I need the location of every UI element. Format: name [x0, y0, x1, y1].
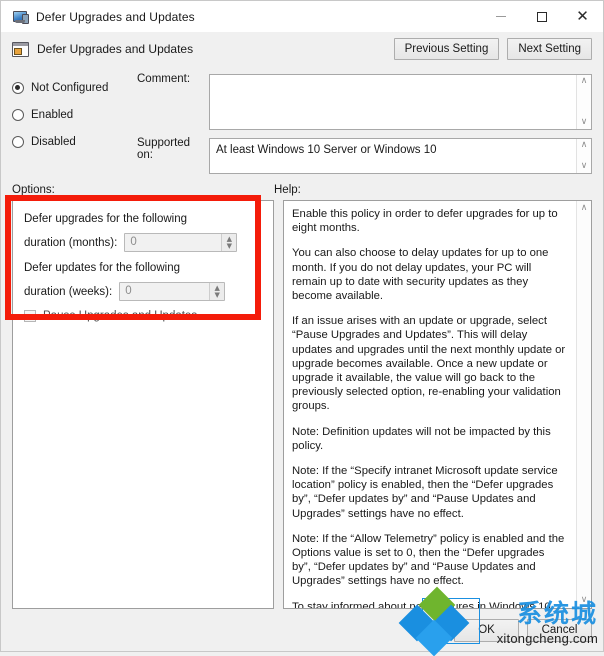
defer-updates-row: duration (weeks): 0 ▲ ▼	[24, 282, 262, 301]
radio-not-configured-indicator	[12, 81, 24, 94]
spinner-down-icon[interactable]: ▼	[215, 291, 220, 299]
radio-disabled-indicator	[12, 135, 24, 148]
close-icon: ✕	[576, 7, 589, 25]
pause-upgrades-label: Pause Upgrades and Updates	[43, 310, 198, 322]
help-scrollbar[interactable]: ∧ ∨	[576, 201, 591, 608]
comment-scrollbar[interactable]: ∧ ∨	[576, 75, 591, 129]
radio-enabled-indicator	[12, 108, 24, 121]
ok-button[interactable]: OK	[454, 618, 519, 642]
supported-on-scrollbar[interactable]: ∧ ∨	[576, 139, 591, 173]
setting-nav-buttons: Previous Setting Next Setting	[393, 38, 592, 60]
maximize-button[interactable]	[521, 1, 562, 32]
options-label: Options:	[12, 184, 55, 196]
radio-enabled[interactable]: Enabled	[12, 101, 137, 128]
radio-not-configured[interactable]: Not Configured	[12, 74, 137, 101]
defer-updates-text: Defer updates for the following	[24, 262, 180, 274]
help-text: Enable this policy in order to defer upg…	[284, 201, 575, 609]
options-content: Defer upgrades for the following duratio…	[13, 201, 273, 322]
pause-upgrades-checkbox-row[interactable]: Pause Upgrades and Updates	[24, 310, 262, 322]
help-paragraph: Note: Definition updates will not be imp…	[292, 425, 551, 452]
defer-upgrades-text: Defer upgrades for the following	[24, 213, 188, 225]
scroll-down-icon[interactable]: ∨	[581, 596, 588, 605]
scroll-down-icon[interactable]: ∨	[581, 118, 588, 127]
scroll-down-icon[interactable]: ∨	[581, 162, 588, 171]
supported-on-input[interactable]: At least Windows 10 Server or Windows 10…	[209, 138, 592, 174]
window-title: Defer Upgrades and Updates	[36, 9, 195, 24]
radio-enabled-label: Enabled	[31, 108, 74, 121]
help-paragraph: To stay informed about new features in W…	[292, 600, 554, 609]
policy-name: Defer Upgrades and Updates	[37, 42, 194, 56]
radio-not-configured-label: Not Configured	[31, 81, 109, 94]
defer-upgrades-months-stepper[interactable]: 0 ▲ ▼	[124, 233, 238, 252]
scroll-up-icon[interactable]: ∧	[581, 141, 588, 150]
defer-updates-duration-label: duration (weeks):	[24, 285, 113, 298]
defer-upgrades-months-spin-buttons[interactable]: ▲ ▼	[221, 234, 237, 251]
help-pane: Enable this policy in order to defer upg…	[283, 200, 592, 609]
metadata-fields: Comment: ∧ ∨ Supported on: At least Wind…	[137, 66, 592, 174]
policy-setting-dialog: Defer Upgrades and Updates ✕ Defer Upgra…	[0, 0, 604, 652]
pause-upgrades-checkbox[interactable]	[24, 310, 36, 322]
supported-on-value: At least Windows 10 Server or Windows 10	[216, 144, 437, 156]
radio-disabled[interactable]: Disabled	[12, 128, 137, 155]
dialog-footer: OK Cancel	[1, 609, 603, 651]
help-label: Help:	[274, 184, 301, 196]
maximize-icon	[536, 11, 547, 22]
help-paragraph: Note: If the “Allow Telemetry” policy is…	[292, 532, 565, 588]
defer-upgrades-duration-label: duration (months):	[24, 236, 118, 249]
scroll-up-icon[interactable]: ∧	[581, 77, 588, 86]
next-setting-button[interactable]: Next Setting	[507, 38, 592, 60]
cancel-button[interactable]: Cancel	[527, 618, 592, 642]
state-and-metadata: Not Configured Enabled Disabled Comment:…	[1, 66, 603, 174]
help-paragraph: Note: If the “Specify intranet Microsoft…	[292, 465, 558, 520]
defer-updates-weeks-value[interactable]: 0	[120, 283, 209, 300]
comment-value	[210, 75, 591, 83]
panes-container: Defer upgrades for the following duratio…	[1, 195, 603, 609]
scroll-up-icon[interactable]: ∧	[581, 204, 588, 213]
policy-state-group: Not Configured Enabled Disabled	[12, 66, 137, 174]
help-paragraph: If an issue arises with an update or upg…	[292, 315, 566, 413]
close-button[interactable]: ✕	[562, 1, 603, 32]
window-controls: ✕	[480, 1, 603, 32]
defer-upgrades-months-value[interactable]: 0	[125, 234, 221, 251]
policy-setting-icon	[12, 41, 29, 57]
title-bar: Defer Upgrades and Updates ✕	[1, 1, 603, 32]
section-labels: Options: Help:	[1, 174, 603, 196]
computer-icon	[12, 9, 29, 25]
help-paragraph: You can also choose to delay updates for…	[292, 247, 549, 303]
comment-row: Comment: ∧ ∨	[137, 66, 592, 130]
minimize-button[interactable]	[480, 1, 521, 32]
spinner-down-icon[interactable]: ▼	[227, 242, 232, 250]
supported-on-row: Supported on: At least Windows 10 Server…	[137, 130, 592, 174]
defer-upgrades-row: duration (months): 0 ▲ ▼	[24, 233, 262, 252]
defer-updates-weeks-spin-buttons[interactable]: ▲ ▼	[209, 283, 225, 300]
policy-header: Defer Upgrades and Updates Previous Sett…	[1, 32, 603, 66]
help-paragraph: Enable this policy in order to defer upg…	[292, 208, 558, 235]
minimize-icon	[495, 16, 506, 17]
comment-input[interactable]: ∧ ∨	[209, 74, 592, 130]
defer-updates-weeks-stepper[interactable]: 0 ▲ ▼	[119, 282, 226, 301]
supported-on-label: Supported on:	[137, 137, 191, 161]
previous-setting-button[interactable]: Previous Setting	[393, 38, 500, 60]
options-pane: Defer upgrades for the following duratio…	[5, 195, 274, 609]
radio-disabled-label: Disabled	[31, 135, 76, 148]
comment-label: Comment:	[137, 73, 191, 85]
